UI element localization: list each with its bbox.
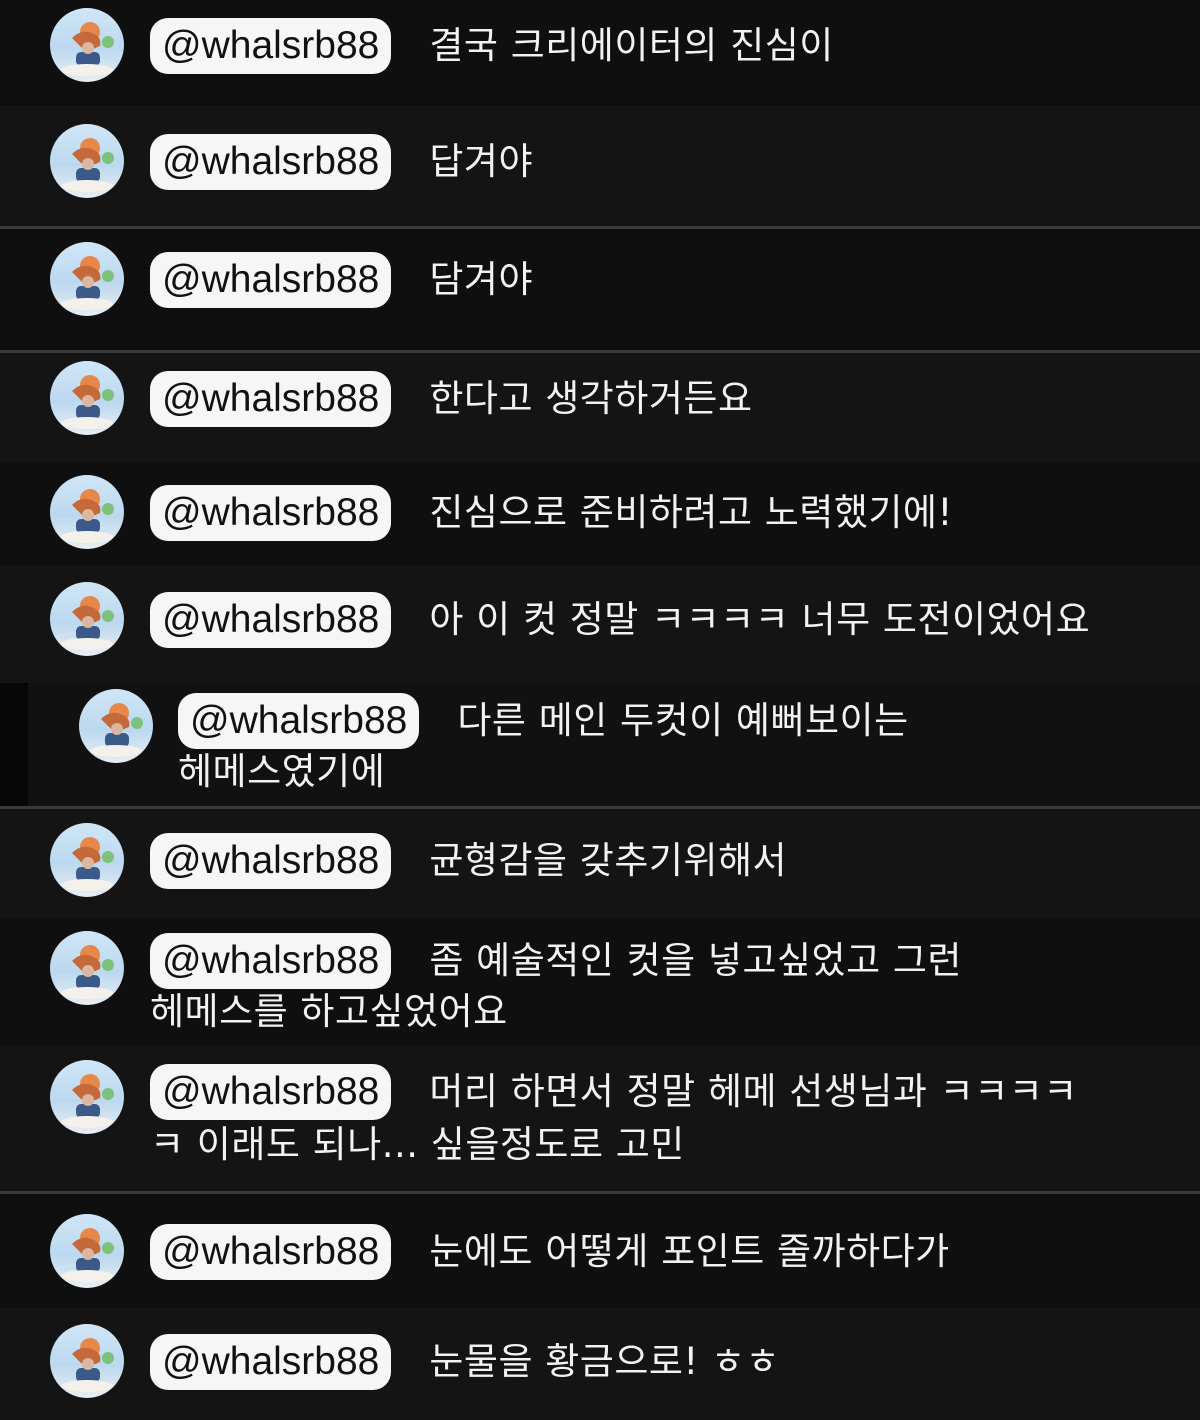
profile-avatar-icon[interactable]	[50, 361, 124, 435]
username-badge[interactable]: @whalsrb88	[178, 693, 420, 749]
comment-text: 다른 메인 두컷이 예뻐보이는	[457, 699, 909, 742]
comment-text: 결국 크리에이터의 진심이	[429, 24, 834, 67]
comment-content: @whalsrb88 눈에도 어떻게 포인트 줄까하다가	[150, 1224, 950, 1280]
comment-text: 진심으로 준비하려고 노력했기에!	[429, 491, 953, 534]
comment-row: @whalsrb88 담겨야	[0, 229, 1200, 350]
profile-avatar-icon[interactable]	[50, 124, 124, 198]
profile-avatar-icon[interactable]	[50, 931, 124, 1005]
profile-avatar-icon[interactable]	[50, 1214, 124, 1288]
profile-avatar-icon[interactable]	[50, 1324, 124, 1398]
comment-text: 머리 하면서 정말 헤메 선생님과 ㅋㅋㅋㅋ	[429, 1070, 1078, 1113]
comment-content: @whalsrb88 아 이 컷 정말 ㅋㅋㅋㅋ 너무 도전이었어요	[150, 592, 1090, 648]
comment-row: @whalsrb88 머리 하면서 정말 헤메 선생님과 ㅋㅋㅋㅋ ㅋ 이래도 되…	[0, 1046, 1200, 1191]
comment-content: @whalsrb88 머리 하면서 정말 헤메 선생님과 ㅋㅋㅋㅋ	[150, 1064, 1078, 1120]
comment-content: @whalsrb88 좀 예술적인 컷을 넣고싶었고 그런	[150, 933, 962, 989]
comment-text: 눈에도 어떻게 포인트 줄까하다가	[429, 1230, 950, 1273]
comment-row: @whalsrb88 눈물을 황금으로! ㅎㅎ	[0, 1308, 1200, 1420]
comment-content: @whalsrb88 균형감을 갖추기위해서	[150, 833, 787, 889]
comment-row: @whalsrb88 균형감을 갖추기위해서	[0, 809, 1200, 919]
profile-avatar-icon[interactable]	[50, 475, 124, 549]
username-badge[interactable]: @whalsrb88	[150, 833, 392, 889]
username-badge[interactable]: @whalsrb88	[150, 18, 392, 74]
comment-row: @whalsrb88 한다고 생각하거든요	[0, 353, 1200, 463]
comment-text: 아 이 컷 정말 ㅋㅋㅋㅋ 너무 도전이었어요	[429, 598, 1091, 641]
comment-row: @whalsrb88 진심으로 준비하려고 노력했기에!	[0, 463, 1200, 565]
username-badge[interactable]: @whalsrb88	[150, 485, 392, 541]
username-badge[interactable]: @whalsrb88	[150, 1064, 392, 1120]
comment-content: @whalsrb88 답겨야	[150, 134, 533, 190]
username-badge[interactable]: @whalsrb88	[150, 371, 392, 427]
profile-avatar-icon[interactable]	[79, 689, 153, 763]
comment-row: @whalsrb88 답겨야	[0, 106, 1200, 226]
comment-row: @whalsrb88 결국 크리에이터의 진심이	[0, 0, 1200, 103]
reply-indent-bar	[0, 683, 28, 806]
comment-feed: @whalsrb88 결국 크리에이터의 진심이 @whalsrb88 답겨야 @w…	[0, 0, 1200, 1420]
comment-row: @whalsrb88 눈에도 어떻게 포인트 줄까하다가	[0, 1194, 1200, 1308]
username-badge[interactable]: @whalsrb88	[150, 933, 392, 989]
comment-text-continued: 헤메스를 하고싶었어요	[150, 990, 508, 1033]
comment-row: @whalsrb88 좀 예술적인 컷을 넣고싶었고 그런 헤메스를 하고싶었어요	[0, 919, 1200, 1046]
comment-content: @whalsrb88 진심으로 준비하려고 노력했기에!	[150, 485, 953, 541]
username-badge[interactable]: @whalsrb88	[150, 1334, 392, 1390]
comment-content: @whalsrb88 담겨야	[150, 252, 533, 308]
comment-row: @whalsrb88 아 이 컷 정말 ㅋㅋㅋㅋ 너무 도전이었어요	[0, 565, 1200, 683]
comment-text: 균형감을 갖추기위해서	[429, 839, 788, 882]
profile-avatar-icon[interactable]	[50, 582, 124, 656]
comment-content: @whalsrb88 다른 메인 두컷이 예뻐보이는	[178, 693, 909, 749]
comment-content: @whalsrb88 결국 크리에이터의 진심이	[150, 18, 834, 74]
username-badge[interactable]: @whalsrb88	[150, 134, 392, 190]
profile-avatar-icon[interactable]	[50, 823, 124, 897]
comment-content: @whalsrb88 눈물을 황금으로! ㅎㅎ	[150, 1334, 780, 1390]
comment-text: 좀 예술적인 컷을 넣고싶었고 그런	[429, 939, 962, 982]
comment-text: 답겨야	[429, 140, 533, 183]
profile-avatar-icon[interactable]	[50, 1060, 124, 1134]
comment-content: @whalsrb88 한다고 생각하거든요	[150, 371, 752, 427]
comment-text: 눈물을 황금으로! ㅎㅎ	[429, 1340, 781, 1383]
comment-text-continued: 헤메스였기에	[178, 750, 386, 793]
comment-text: 담겨야	[429, 258, 533, 301]
comment-text-continued: ㅋ 이래도 되나... 싶을정도로 고민	[150, 1123, 685, 1166]
comment-row: @whalsrb88 다른 메인 두컷이 예뻐보이는 헤메스였기에	[0, 683, 1200, 806]
profile-avatar-icon[interactable]	[50, 242, 124, 316]
profile-avatar-icon[interactable]	[50, 8, 124, 82]
comment-text: 한다고 생각하거든요	[429, 377, 753, 420]
username-badge[interactable]: @whalsrb88	[150, 252, 392, 308]
username-badge[interactable]: @whalsrb88	[150, 592, 392, 648]
username-badge[interactable]: @whalsrb88	[150, 1224, 392, 1280]
